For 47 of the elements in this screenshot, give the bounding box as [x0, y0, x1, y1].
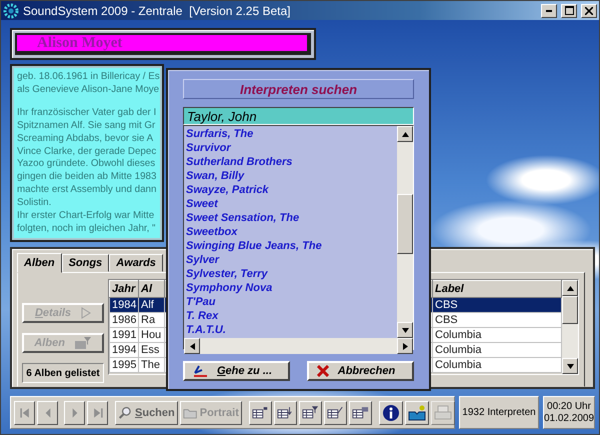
- list-item[interactable]: Sweet Sensation, The: [186, 212, 397, 226]
- go-to-button[interactable]: Gehe zu ...: [183, 361, 290, 381]
- list-item[interactable]: Sweet: [186, 198, 397, 212]
- table-cell: 1995: [110, 358, 138, 372]
- table-cell: Columbia: [432, 358, 562, 372]
- list-item[interactable]: Sylvester, Terry: [186, 268, 397, 282]
- table-cell: Ra: [138, 312, 164, 328]
- column-header[interactable]: Jahr: [110, 280, 138, 298]
- list-item[interactable]: Sutherland Brothers: [186, 156, 397, 170]
- table-cell: Columbia: [432, 328, 562, 342]
- list-item[interactable]: Sweetbox: [186, 226, 397, 240]
- table-cell: Hou: [138, 328, 164, 342]
- table-cell: CBS: [432, 298, 562, 312]
- table-cell: Columbia: [432, 342, 562, 358]
- album-count: 6 Alben gelistet: [22, 363, 104, 383]
- artist-count: 1932 Interpreten: [459, 396, 539, 429]
- list-item[interactable]: Sylver: [186, 254, 397, 268]
- biography-text: Ihr französischer Vater gab der I Spitznamen Alf. Sie sang mit Gr Screaming Abdabs, bevor sie A Vince Clarke, der gerade Depec Yazoo gründete. Obwohl dieses gingen die beiden ab Mitte 1983 machte erst Assembly und dann Solistin. Ihr erster Chart-Erfolg war Mitte folgten, noch im gleichen Jahr, ": [17, 106, 158, 236]
- list-item[interactable]: T.A.T.U.: [186, 324, 397, 338]
- table-cell: Ess: [138, 342, 164, 358]
- table-cell: 1994: [110, 342, 138, 358]
- table-cell: 1991: [110, 328, 138, 342]
- artist-name: Alison Moyet: [37, 34, 122, 52]
- table-cell: CBS: [432, 312, 562, 328]
- window-title: SoundSystem 2009 - Zentrale [Version 2.25 Beta]: [23, 4, 292, 18]
- list-item[interactable]: Swayze, Patrick: [186, 184, 397, 198]
- tab[interactable]: Alben: [17, 253, 62, 273]
- tab[interactable]: Awards: [109, 254, 163, 272]
- search-button[interactable]: Suchen: [115, 400, 178, 424]
- tab[interactable]: Songs: [62, 254, 110, 272]
- column-header[interactable]: Al: [138, 280, 164, 298]
- table-cell: Alf: [138, 298, 164, 312]
- list-item[interactable]: Survivor: [186, 142, 397, 156]
- list-item[interactable]: Swan, Billy: [186, 170, 397, 184]
- date-text: 01.02.2009: [544, 412, 594, 424]
- list-item[interactable]: T. Rex: [186, 310, 397, 324]
- list-item[interactable]: Swinging Blue Jeans, The: [186, 240, 397, 254]
- table-cell: The: [138, 358, 164, 372]
- time-text: 00:20 Uhr: [547, 400, 591, 412]
- cancel-button[interactable]: Abbrechen: [307, 361, 414, 381]
- table-cell: 1986: [110, 312, 138, 328]
- table-cell: 1984: [110, 298, 138, 312]
- list-item[interactable]: Surfaris, The: [186, 128, 397, 142]
- dialog-title: Interpreten suchen: [183, 79, 414, 99]
- column-header[interactable]: Label: [432, 280, 562, 298]
- biography-text: geb. 18.06.1961 in Billericay / Es als Genevieve Alison-Jane Moye: [17, 71, 161, 97]
- search-field[interactable]: Taylor, John: [183, 107, 414, 125]
